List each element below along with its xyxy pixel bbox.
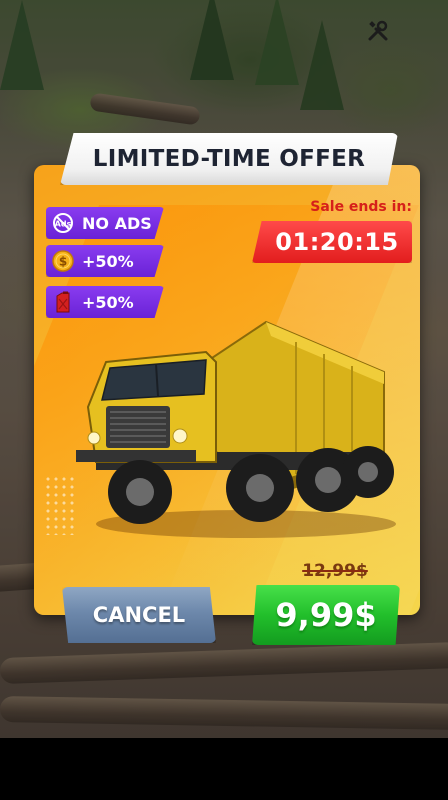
buy-button[interactable]: 9,99$ [252,585,400,645]
title-banner: LIMITED-TIME OFFER [60,133,398,185]
fuel-can-icon [56,291,70,313]
wrench-screwdriver-icon[interactable] [366,19,390,43]
bottom-bar [0,738,448,800]
perk-no-ads: Ads NO ADS [46,207,164,239]
timer-value: 01:20:15 [275,228,399,256]
svg-text:$: $ [59,255,67,269]
perk-label: +50% [82,292,134,312]
old-price: 12,99$ [302,561,368,581]
sale-ends-label: Sale ends in: [310,199,412,215]
countdown-timer: 01:20:15 [252,221,412,263]
perk-coins: $ +50% [46,245,164,277]
buy-price: 9,99$ [275,596,377,634]
perk-label: +50% [82,251,134,271]
cancel-button[interactable]: CANCEL [62,587,216,643]
offer-title: LIMITED-TIME OFFER [92,146,366,172]
cancel-label: CANCEL [92,603,186,627]
dump-truck-image [76,320,396,538]
coin-icon: $ [52,250,74,272]
no-ads-icon: Ads [53,213,73,233]
perk-label: NO ADS [82,213,152,233]
